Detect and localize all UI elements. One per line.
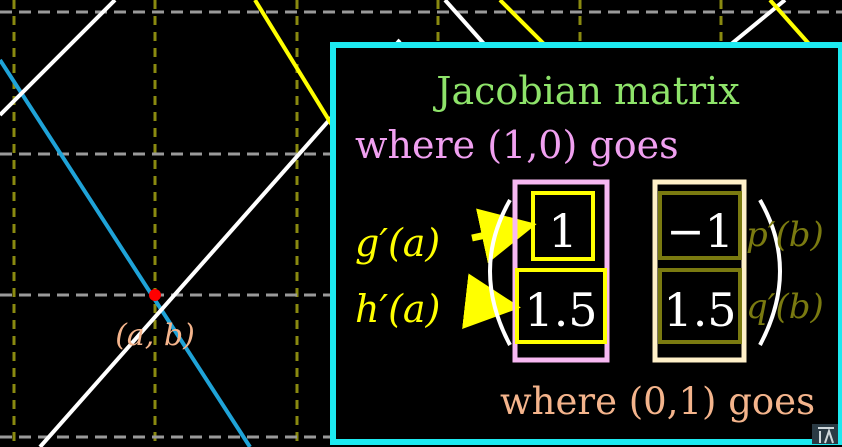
yellow-line [253,0,337,132]
panel-title: Jacobian matrix [432,69,739,113]
white-line [0,0,117,117]
g-prime-label: g′(a) [355,221,440,265]
jacobian-scene: (a, b) Jacobian matrix where (1,0) goes … [0,0,842,447]
matrix-r1c1: 1 [548,204,577,258]
white-line [443,0,487,47]
col2-caption: where (0,1) goes [500,380,815,423]
matrix-r2c2: 1.5 [663,283,736,337]
p-prime-label: p′(b) [746,215,824,255]
arrow-icon [462,273,521,330]
point-label: (a, b) [115,318,195,353]
point-marker [149,289,161,301]
matrix-r1c2: −1 [666,204,734,258]
h-prime-label: h′(a) [355,287,440,331]
jacobian-panel: Jacobian matrix where (1,0) goes g′(a) h… [330,42,842,445]
col1-caption: where (1,0) goes [355,123,679,167]
matrix-r2c1: 1.5 [524,283,597,337]
yellow-line [768,0,812,47]
q-prime-label: q′(b) [746,287,824,327]
watermark-icon [812,424,838,444]
yellow-line [498,0,547,47]
